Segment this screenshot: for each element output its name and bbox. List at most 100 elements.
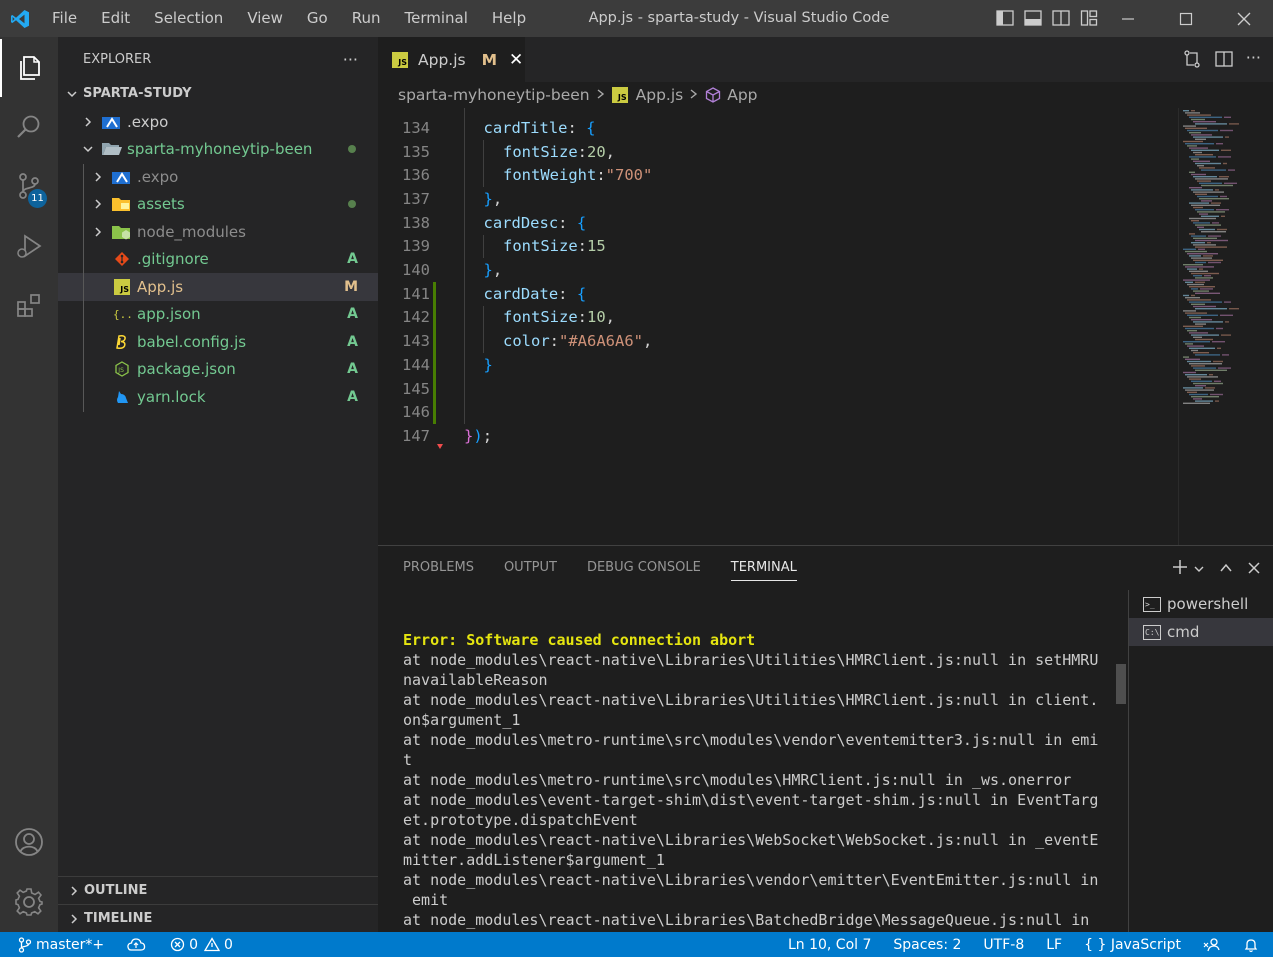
accounts-icon[interactable] (0, 813, 58, 871)
sync-cloud-icon[interactable] (126, 937, 146, 953)
close-tab-icon[interactable]: ✕ (509, 50, 523, 70)
close-window-icon[interactable] (1215, 0, 1273, 37)
terminal-item-cmd[interactable]: C:\ cmd (1129, 618, 1273, 646)
source-control-icon[interactable]: 11 (0, 157, 58, 215)
tree-item-label: App.js (137, 277, 184, 296)
minimap-line (1185, 266, 1214, 268)
tree-item-expo-root[interactable]: .expo (58, 108, 378, 136)
menu-terminal[interactable]: Terminal (393, 0, 480, 37)
terminal-item-powershell[interactable]: >_ powershell (1129, 590, 1273, 618)
minimap-line (1185, 250, 1207, 253)
tab-debug-console[interactable]: DEBUG CONSOLE (587, 560, 701, 581)
cursor-position[interactable]: Ln 10, Col 7 (788, 937, 871, 953)
terminal-scrollbar[interactable] (1116, 664, 1126, 704)
minimap-line (1224, 301, 1231, 303)
minimap-line (1229, 308, 1239, 310)
minimap-line (1185, 127, 1207, 129)
breadcrumb-folder[interactable]: sparta-myhoneytip-been (398, 86, 590, 104)
tab-problems[interactable]: PROBLEMS (403, 560, 474, 581)
minimap-line (1195, 239, 1228, 242)
menu-run[interactable]: Run (340, 0, 393, 37)
minimap[interactable] (1178, 108, 1273, 545)
code-text: }); (464, 427, 492, 445)
minimap-line (1189, 202, 1209, 204)
minimap-line (1187, 376, 1218, 378)
open-changes-icon[interactable] (1182, 49, 1202, 73)
error-icon[interactable] (170, 937, 185, 952)
tree-item-expo[interactable]: .expo (58, 163, 378, 191)
minimap-line (1187, 129, 1218, 132)
tree-item-app-json[interactable]: {..} app.json A (58, 301, 378, 329)
notifications-bell-icon[interactable] (1243, 937, 1259, 953)
minimap-line (1195, 224, 1221, 226)
toggle-sidebar-icon[interactable] (996, 9, 1014, 27)
minimap-line (1193, 259, 1223, 261)
maximize-panel-icon[interactable] (1219, 560, 1233, 579)
split-editor-icon[interactable] (1214, 49, 1234, 73)
menu-file[interactable]: File (40, 0, 89, 37)
toggle-panel-icon[interactable] (1024, 9, 1042, 27)
outline-section[interactable]: OUTLINE (58, 876, 378, 904)
minimize-icon[interactable] (1099, 0, 1157, 37)
more-actions-icon[interactable]: ··· (343, 50, 358, 69)
toggle-secondary-sidebar-icon[interactable] (1052, 9, 1070, 27)
timeline-section[interactable]: TIMELINE (58, 904, 378, 932)
code-text: cardDesc: { (464, 214, 587, 232)
error-count[interactable]: 0 (189, 937, 198, 953)
terminal-output[interactable]: Error: Software caused connection abort a… (403, 630, 1103, 930)
close-panel-icon[interactable] (1247, 560, 1261, 579)
warning-count[interactable]: 0 (224, 937, 233, 953)
breadcrumb-symbol[interactable]: App (727, 86, 757, 104)
code-text: fontSize:15 (464, 237, 606, 255)
terminal-line: at node_modules\metro-runtime\src\module… (403, 731, 1099, 749)
encoding[interactable]: UTF-8 (983, 937, 1024, 953)
code-token: , (605, 142, 616, 161)
menu-view[interactable]: View (235, 0, 295, 37)
git-branch[interactable]: master*+ (36, 937, 104, 953)
menu-selection[interactable]: Selection (142, 0, 235, 37)
tree-item-app-js[interactable]: JS App.js M (58, 273, 378, 301)
expo-folder-icon (102, 113, 122, 131)
minimap-line (1183, 294, 1189, 297)
indentation[interactable]: Spaces: 2 (893, 937, 961, 953)
tree-item-package-json[interactable]: JS package.json A (58, 356, 378, 384)
chevron-down-icon[interactable] (1193, 560, 1205, 579)
minimap-line (1193, 160, 1210, 162)
warning-icon[interactable] (204, 937, 221, 952)
tree-item-project-folder[interactable]: sparta-myhoneytip-been (58, 136, 378, 164)
minimap-line (1214, 380, 1221, 382)
language-mode[interactable]: { } JavaScript (1084, 937, 1181, 953)
menu-edit[interactable]: Edit (89, 0, 142, 37)
search-icon[interactable] (0, 98, 58, 156)
tab-terminal[interactable]: TERMINAL (730, 560, 797, 581)
tab-output[interactable]: OUTPUT (504, 560, 557, 581)
tab-app-js[interactable]: JS App.js M ✕ (378, 37, 525, 82)
extensions-icon[interactable] (0, 277, 58, 335)
tree-item-node-modules[interactable]: node_modules (58, 218, 378, 246)
explorer-icon[interactable] (0, 39, 58, 97)
tree-item-babel-config[interactable]: babel.config.js A (58, 328, 378, 356)
code-text: cardDate: { (464, 285, 587, 303)
new-terminal-icon[interactable] (1171, 558, 1189, 580)
code-token: { (586, 118, 596, 137)
workspace-section[interactable]: SPARTA-STUDY (58, 81, 378, 106)
tree-item-gitignore[interactable]: .gitignore A (58, 246, 378, 274)
minimap-line (1189, 171, 1195, 173)
cmd-icon: C:\ (1143, 624, 1161, 640)
run-debug-icon[interactable] (0, 217, 58, 275)
end-of-line[interactable]: LF (1046, 937, 1062, 953)
customize-layout-icon[interactable] (1080, 9, 1098, 27)
feedback-icon[interactable] (1203, 937, 1221, 953)
tree-item-assets[interactable]: assets (58, 191, 378, 219)
tree-item-yarn-lock[interactable]: yarn.lock A (58, 383, 378, 411)
minimap-line (1222, 354, 1229, 356)
settings-gear-icon[interactable] (0, 873, 58, 931)
more-editor-actions-icon[interactable]: ··· (1246, 49, 1261, 73)
file-tree: .expo sparta-myhoneytip-been .expo asset… (58, 108, 378, 411)
maximize-icon[interactable] (1157, 0, 1215, 37)
code-editor[interactable]: 134 cardTitle: {135 fontSize:20, 136 fontWei… (378, 108, 1178, 545)
menu-help[interactable]: Help (480, 0, 538, 37)
minimap-line (1187, 360, 1211, 363)
menu-go[interactable]: Go (295, 0, 340, 37)
breadcrumb-file[interactable]: App.js (636, 86, 684, 104)
